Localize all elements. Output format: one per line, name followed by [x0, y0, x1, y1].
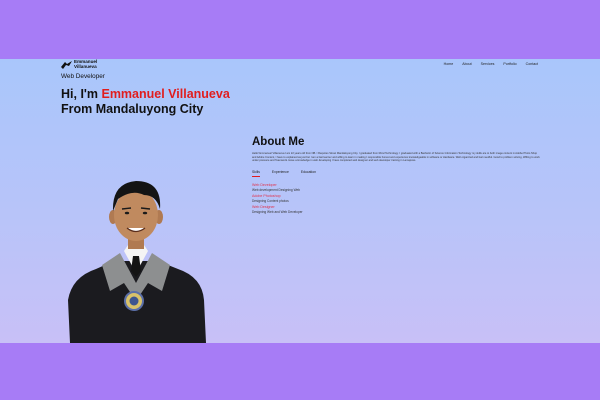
tab-skills[interactable]: Skills: [252, 170, 260, 177]
profile-photo: [68, 181, 206, 343]
about-text: Hello! Emmanuel Villanueva I am 22 years…: [252, 152, 540, 163]
skill-desc: Designing Content photos: [252, 198, 289, 203]
skill-item: Adobe Photoshop Designing Content photos: [252, 194, 289, 203]
hero-location: From Mandaluyong City: [61, 102, 204, 116]
nav-services[interactable]: Services: [481, 62, 495, 66]
about-title: About Me: [252, 136, 305, 148]
top-nav: Home About Services Portfolio Contact: [444, 62, 538, 66]
hero-name: Emmanuel Villanueva: [101, 87, 230, 101]
skill-item: Web Designer Designing Web and Web Devel…: [252, 205, 303, 214]
hero-title: Hi, I'm Emmanuel Villanueva From Mandalu…: [61, 87, 230, 117]
nav-contact[interactable]: Contact: [526, 62, 538, 66]
portfolio-page: Emmanuel Villanueva Home About Services …: [0, 59, 600, 343]
bird-logo-icon: [61, 61, 72, 69]
hero-greeting: Hi, I'm: [61, 87, 102, 101]
hero-role: Web Developer: [61, 73, 105, 80]
nav-home[interactable]: Home: [444, 62, 454, 66]
skill-item: Web Developer Web development Designing …: [252, 183, 300, 192]
brand-logo[interactable]: Emmanuel Villanueva: [61, 59, 97, 71]
skill-desc: Web development Designing Web: [252, 187, 301, 192]
tab-education[interactable]: Education: [301, 170, 316, 177]
brand-name: Emmanuel Villanueva: [74, 59, 98, 69]
about-tabs: Skills Experience Education: [252, 170, 316, 177]
nav-about[interactable]: About: [462, 62, 471, 66]
skill-desc: Designing Web and Web Developer: [252, 209, 303, 214]
nav-portfolio[interactable]: Portfolio: [503, 62, 516, 66]
tab-experience[interactable]: Experience: [272, 170, 289, 177]
